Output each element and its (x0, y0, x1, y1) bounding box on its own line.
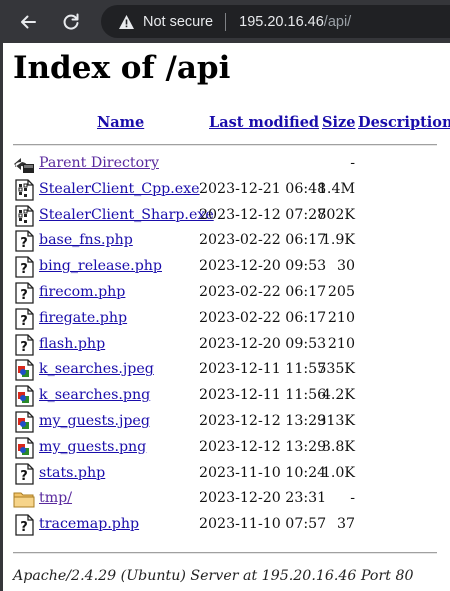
list-item: ? base_fns.php 2023-02-22 06:17 1.9K (3, 229, 450, 254)
list-item: ? flash.php 2023-12-20 09:53 210 (3, 333, 450, 358)
file-link[interactable]: k_searches.png (39, 387, 150, 403)
file-link[interactable]: StealerClient_Cpp.exe (39, 181, 200, 197)
file-size: - (350, 155, 355, 171)
list-item: Parent Directory - (3, 152, 450, 177)
file-date: 2023-12-12 13:29 (199, 413, 327, 429)
file-link[interactable]: firegate.php (39, 310, 127, 326)
file-date: 2023-12-20 23:31 (199, 490, 327, 507)
address-bar[interactable]: Not secure 195.20.16.46/api/ (101, 5, 450, 38)
file-date: 2023-02-22 06:17 (199, 232, 327, 249)
file-size: 30 (336, 258, 355, 275)
file-size: 313K (317, 413, 355, 429)
file-date: 2023-12-12 13:29 (199, 438, 327, 455)
file-link[interactable]: k_searches.jpeg (39, 361, 154, 377)
file-date: 2023-02-22 06:17 (199, 309, 327, 326)
file-size: 1.9K (321, 232, 355, 249)
file-link[interactable]: Parent Directory (39, 155, 159, 171)
unknown-file-icon: ? (13, 308, 35, 330)
image-file-icon (13, 359, 35, 382)
security-label[interactable]: Not secure (143, 14, 213, 30)
file-date: 2023-02-22 06:17 (199, 284, 327, 300)
browser-toolbar: Not secure 195.20.16.46/api/ (0, 0, 450, 43)
file-size: 1.4M (317, 180, 355, 197)
file-link[interactable]: my_guests.jpeg (39, 413, 150, 429)
list-item: ? firegate.php 2023-02-22 06:17 210 (3, 307, 450, 332)
file-link[interactable]: my_guests.png (39, 439, 146, 455)
sort-by-name-link[interactable]: Name (97, 114, 144, 131)
sort-by-description-link[interactable]: Description (358, 114, 450, 131)
svg-text:?: ? (20, 236, 28, 251)
file-size: 1.0K (321, 464, 355, 481)
file-size: 4.2K (321, 387, 355, 404)
file-date: 2023-12-11 11:56 (199, 387, 327, 404)
sort-by-size-link[interactable]: Size (322, 114, 355, 131)
file-date: 2023-11-10 10:24 (199, 464, 327, 481)
list-item: my_guests.png 2023-12-12 13:29 3.8K (3, 436, 450, 461)
svg-text:?: ? (20, 314, 28, 329)
folder-icon (13, 488, 35, 510)
unknown-file-icon: ? (13, 514, 35, 536)
image-file-icon (13, 437, 35, 459)
url-path[interactable]: /api/ (324, 14, 351, 30)
file-link[interactable]: tmp/ (39, 490, 72, 506)
binary-file-icon (13, 179, 35, 201)
unknown-file-icon: ? (13, 282, 35, 304)
file-link[interactable]: stats.php (39, 465, 105, 481)
svg-text:?: ? (20, 340, 28, 355)
list-item: my_guests.jpeg 2023-12-12 13:29 313K (3, 410, 450, 435)
file-link[interactable]: StealerClient_Sharp.exe (39, 207, 214, 223)
image-file-icon (13, 411, 35, 433)
file-size: 535K (317, 361, 355, 378)
back-arrow-icon[interactable] (15, 9, 41, 35)
list-item: StealerClient_Sharp.exe 2023-12-12 07:27 8… (3, 204, 450, 229)
file-size: 210 (327, 335, 355, 352)
file-date: 2023-12-12 07:27 (199, 206, 327, 223)
unknown-file-icon: ? (13, 230, 35, 253)
header-divider (13, 144, 437, 146)
reload-icon[interactable] (58, 9, 84, 35)
footer-divider (13, 552, 437, 554)
list-item: ? firecom.php 2023-02-22 06:17 205 (3, 281, 450, 306)
file-date: 2023-12-20 09:53 (199, 335, 327, 352)
list-item: k_searches.jpeg 2023-12-11 11:57 535K (3, 358, 450, 383)
back-folder-icon (13, 153, 35, 175)
svg-text:?: ? (20, 262, 28, 277)
file-date: 2023-12-20 09:53 (199, 258, 327, 275)
binary-file-icon (13, 204, 35, 227)
server-signature: Apache/2.4.29 (Ubuntu) Server at 195.20.… (13, 568, 414, 584)
file-date: 2023-12-11 11:57 (199, 361, 327, 378)
list-item: ? stats.php 2023-11-10 10:24 1.0K (3, 462, 450, 487)
svg-text:?: ? (20, 288, 28, 303)
file-size: 3.8K (321, 438, 355, 455)
list-item: tmp/2023-12-20 23:31 - (3, 487, 450, 512)
file-date: 2023-11-10 07:57 (199, 516, 327, 533)
list-item: StealerClient_Cpp.exe 2023-12-21 06:48 1.4… (3, 178, 450, 203)
file-date: 2023-12-21 06:48 (199, 180, 327, 197)
list-item: ? tracemap.php 2023-11-10 07:57 37 (3, 513, 450, 538)
file-link[interactable]: base_fns.php (39, 232, 133, 248)
file-size: 205 (327, 284, 355, 300)
file-size: 210 (327, 309, 355, 326)
unknown-file-icon: ? (13, 462, 35, 485)
svg-text:?: ? (20, 520, 28, 535)
unknown-file-icon: ? (13, 333, 35, 356)
url-host[interactable]: 195.20.16.46 (239, 14, 324, 30)
file-link[interactable]: flash.php (39, 336, 105, 352)
file-size: - (350, 490, 355, 507)
unknown-file-icon: ? (13, 256, 35, 278)
file-size: 802K (317, 206, 355, 223)
list-item: ? bing_release.php 2023-12-20 09:53 30 (3, 255, 450, 280)
warning-triangle-icon[interactable] (118, 14, 135, 30)
address-divider (225, 12, 227, 31)
svg-text:?: ? (20, 469, 28, 484)
file-link[interactable]: firecom.php (39, 284, 125, 300)
list-item: k_searches.png 2023-12-11 11:56 4.2K (3, 384, 450, 409)
sort-by-last-modified-link[interactable]: Last modified (209, 114, 319, 131)
image-file-icon (13, 385, 35, 407)
page-title: Index of /api (13, 50, 231, 86)
file-size: 37 (336, 516, 355, 533)
file-link[interactable]: bing_release.php (39, 258, 162, 274)
file-link[interactable]: tracemap.php (39, 516, 139, 532)
page-viewport: Index of /api Name Last modified Size De… (0, 43, 450, 591)
